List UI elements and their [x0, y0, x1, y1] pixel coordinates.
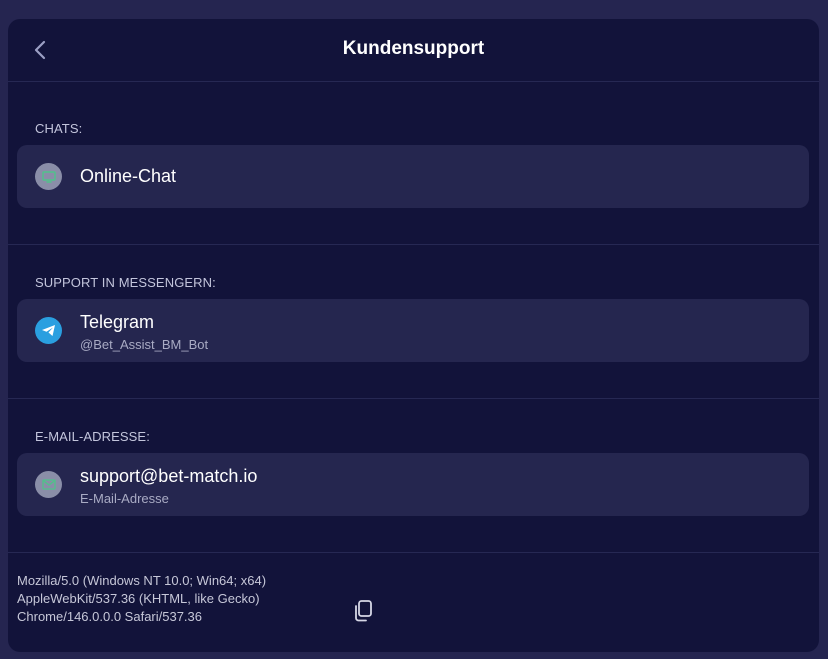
section-label-chats: CHATS: — [35, 121, 83, 136]
copy-button[interactable] — [352, 599, 376, 625]
telegram-card[interactable]: Telegram @Bet_Assist_BM_Bot — [17, 299, 809, 362]
chat-monitor-icon — [35, 163, 62, 190]
email-card[interactable]: support@bet-match.io E-Mail-Adresse — [17, 453, 809, 516]
copy-icon — [355, 600, 372, 622]
email-address: support@bet-match.io — [80, 466, 258, 486]
telegram-title: Telegram — [80, 312, 155, 332]
user-agent-text: Mozilla/5.0 (Windows NT 10.0; Win64; x64… — [17, 572, 337, 626]
envelope-icon — [35, 471, 62, 498]
divider — [8, 552, 819, 553]
online-chat-card[interactable]: Online-Chat — [17, 145, 809, 208]
user-agent-line: Mozilla/5.0 (Windows NT 10.0; Win64; x64… — [17, 573, 267, 588]
page-title: Kundensupport — [342, 38, 485, 59]
email-caption: E-Mail-Adresse — [80, 491, 169, 506]
divider — [8, 244, 819, 245]
section-label-messenger: SUPPORT IN MESSENGERN: — [35, 275, 216, 290]
divider — [8, 398, 819, 399]
telegram-handle: @Bet_Assist_BM_Bot — [80, 337, 209, 352]
user-agent-line: AppleWebKit/537.36 (KHTML, like Gecko) — [17, 591, 260, 606]
header: Kundensupport — [8, 19, 819, 82]
support-panel: Kundensupport CHATS: Online-Chat SUPPORT… — [8, 19, 819, 652]
section-label-email: E-MAIL-ADRESSE: — [35, 429, 150, 444]
user-agent-line: Chrome/146.0.0.0 Safari/537.36 — [17, 609, 203, 624]
telegram-icon — [35, 317, 62, 344]
online-chat-title: Online-Chat — [80, 166, 177, 186]
